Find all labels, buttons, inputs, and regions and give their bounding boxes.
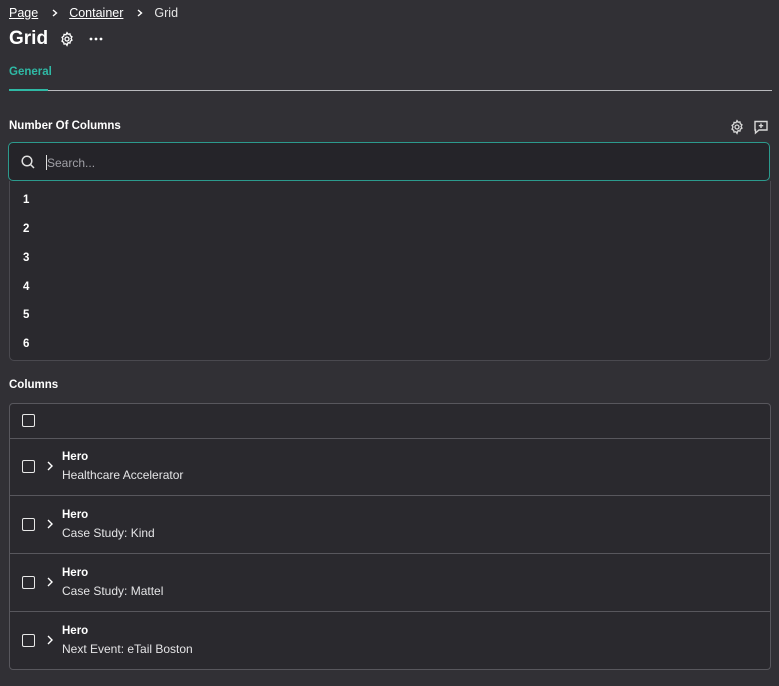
field-settings-gear-icon[interactable] xyxy=(729,119,745,135)
tab-general-label: General xyxy=(9,66,52,78)
chevron-right-icon xyxy=(136,9,144,17)
page-title: Grid xyxy=(9,28,49,49)
active-tab-indicator xyxy=(9,89,48,91)
comment-add-icon[interactable] xyxy=(753,119,769,135)
chevron-right-icon[interactable] xyxy=(44,633,56,645)
option-5[interactable]: 5 xyxy=(23,309,29,327)
row-checkbox[interactable] xyxy=(22,518,35,531)
title-row: Grid xyxy=(9,27,104,51)
chevron-right-icon[interactable] xyxy=(44,575,56,587)
table-row[interactable]: Hero Healthcare Accelerator xyxy=(10,438,770,496)
chevron-right-icon[interactable] xyxy=(44,517,56,529)
table-header xyxy=(10,404,770,439)
chevron-right-icon[interactable] xyxy=(44,459,56,471)
row-type: Hero xyxy=(62,451,89,463)
table-row[interactable]: Hero Case Study: Mattel xyxy=(10,554,770,612)
select-all-checkbox[interactable] xyxy=(22,414,35,427)
search-icon xyxy=(20,154,36,170)
row-checkbox[interactable] xyxy=(22,576,35,589)
option-4[interactable]: 4 xyxy=(23,281,29,299)
row-name: Next Event: eTail Boston xyxy=(62,642,193,656)
option-2[interactable]: 2 xyxy=(23,223,29,241)
text-caret xyxy=(46,155,47,170)
table-row[interactable]: Hero Case Study: Kind xyxy=(10,496,770,554)
field-actions xyxy=(729,119,769,135)
tab-general[interactable]: General xyxy=(9,66,52,91)
more-options-icon[interactable] xyxy=(88,31,104,47)
row-name: Case Study: Kind xyxy=(62,526,155,540)
row-checkbox[interactable] xyxy=(22,460,35,473)
row-checkbox[interactable] xyxy=(22,634,35,647)
option-3[interactable]: 3 xyxy=(23,252,29,270)
number-of-columns-label: Number Of Columns xyxy=(9,120,121,132)
tab-bar: General xyxy=(9,66,772,91)
breadcrumb: Page Container Grid xyxy=(9,5,178,21)
breadcrumb-link-page[interactable]: Page xyxy=(9,6,38,20)
breadcrumb-current: Grid xyxy=(154,6,179,20)
breadcrumb-link-container[interactable]: Container xyxy=(69,6,123,20)
row-type: Hero xyxy=(62,567,89,579)
columns-label: Columns xyxy=(9,379,59,391)
row-name: Case Study: Mattel xyxy=(62,584,164,598)
chevron-right-icon xyxy=(51,9,59,17)
search-input[interactable] xyxy=(45,151,749,175)
column-count-search xyxy=(8,142,770,181)
row-type: Hero xyxy=(62,509,89,521)
row-name: Healthcare Accelerator xyxy=(62,468,184,482)
row-type: Hero xyxy=(62,625,89,637)
columns-table: Hero Healthcare Accelerator Hero Case St… xyxy=(9,403,771,670)
option-1[interactable]: 1 xyxy=(23,194,29,212)
table-row[interactable]: Hero Next Event: eTail Boston xyxy=(10,612,770,670)
column-count-options: 1 2 3 4 5 6 xyxy=(9,181,771,361)
option-6[interactable]: 6 xyxy=(23,338,29,356)
settings-gear-icon[interactable] xyxy=(59,31,75,47)
